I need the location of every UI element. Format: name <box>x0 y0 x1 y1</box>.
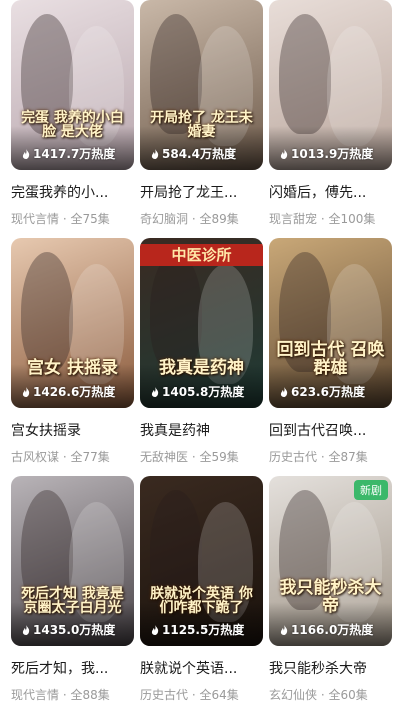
drama-meta: 历史古代 · 全64集 <box>140 688 239 701</box>
heat-count: 623.6万热度 <box>280 383 365 400</box>
heat-value: 1166.0万热度 <box>291 623 374 637</box>
heat-count: 1405.8万热度 <box>151 383 244 400</box>
drama-title[interactable]: 我真是药神 <box>140 420 263 440</box>
poster-header-sign: 中医诊所 <box>140 244 263 266</box>
flame-icon <box>151 386 159 397</box>
flame-icon <box>280 624 288 635</box>
flame-icon <box>280 148 288 159</box>
flame-icon <box>22 386 30 397</box>
poster-title-art: 我只能秒杀大帝 <box>279 578 382 617</box>
drama-card[interactable]: 完蛋 我养的小白脸 是大佬 1417.7万热度完蛋我养的小... 现代言情 · 全7… <box>11 0 134 227</box>
drama-card[interactable]: 中医诊所 我真是药神 1405.8万热度 我真是药神 无敌神医 · 全59集 <box>140 238 263 465</box>
heat-value: 1125.5万热度 <box>162 623 245 637</box>
drama-meta: 历史古代 · 全87集 <box>269 450 368 464</box>
drama-title[interactable]: 回到古代召唤... <box>269 420 392 440</box>
drama-meta: 古风权谋 · 全77集 <box>11 450 110 464</box>
drama-meta: 现代言情 · 全75集 <box>11 212 110 226</box>
heat-value: 1417.7万热度 <box>33 147 116 161</box>
heat-value: 1426.6万热度 <box>33 385 116 399</box>
drama-title[interactable]: 闪婚后，傅先... <box>269 182 392 202</box>
new-badge: 新剧 <box>354 480 388 500</box>
heat-count: 1013.9万热度 <box>280 145 373 162</box>
poster-title-art: 回到古代 召唤群雄 <box>276 340 385 379</box>
heat-count: 1426.6万热度 <box>22 383 115 400</box>
drama-meta: 现言甜宠 · 全100集 <box>269 212 376 226</box>
drama-poster[interactable]: 回到古代 召唤群雄 623.6万热度 <box>269 238 392 408</box>
poster-title-art: 朕就说个英语 你们咋都下跪了 <box>150 585 253 617</box>
poster-title-art: 宫女 扶摇录 <box>27 358 118 379</box>
drama-card[interactable]: 朕就说个英语 你们咋都下跪了 1125.5万热度朕就说个英语... 历史古代 · 全… <box>140 476 263 701</box>
drama-poster[interactable]: 中医诊所我真是药神 1405.8万热度 <box>140 238 263 408</box>
flame-icon <box>151 624 159 635</box>
drama-title[interactable]: 完蛋我养的小... <box>11 182 134 202</box>
drama-title[interactable]: 朕就说个英语... <box>140 658 263 678</box>
drama-poster[interactable]: 死后才知 我竟是京圈太子白月光 1435.0万热度 <box>11 476 134 646</box>
drama-poster[interactable]: 完蛋 我养的小白脸 是大佬 1417.7万热度 <box>11 0 134 170</box>
poster-title-art: 我真是药神 <box>159 358 244 379</box>
drama-card[interactable]: 回到古代 召唤群雄 623.6万热度回到古代召唤... 历史古代 · 全87集 <box>269 238 392 465</box>
drama-card[interactable]: 我只能秒杀大帝 1166.0万热度 新剧我只能秒杀大帝玄幻仙侠 · 全60集 <box>269 476 392 701</box>
drama-poster[interactable]: 宫女 扶摇录 1426.6万热度 <box>11 238 134 408</box>
poster-figure <box>21 252 73 372</box>
heat-count: 1166.0万热度 <box>280 621 373 638</box>
poster-title-art: 开局抢了 龙王未婚妻 <box>150 109 253 141</box>
heat-count: 1125.5万热度 <box>151 621 244 638</box>
poster-title-art: 完蛋 我养的小白脸 是大佬 <box>21 109 124 141</box>
drama-meta: 现代言情 · 全88集 <box>11 688 110 701</box>
drama-title[interactable]: 开局抢了龙王... <box>140 182 263 202</box>
heat-value: 1405.8万热度 <box>162 385 245 399</box>
poster-figure <box>150 252 202 372</box>
drama-poster[interactable]: 开局抢了 龙王未婚妻 584.4万热度 <box>140 0 263 170</box>
heat-value: 1435.0万热度 <box>33 623 116 637</box>
drama-card[interactable]: 宫女 扶摇录 1426.6万热度宫女扶摇录古风权谋 · 全77集 <box>11 238 134 465</box>
drama-meta: 无敌神医 · 全59集 <box>140 450 239 464</box>
drama-poster[interactable]: 1013.9万热度 <box>269 0 392 170</box>
drama-poster[interactable]: 朕就说个英语 你们咋都下跪了 1125.5万热度 <box>140 476 263 646</box>
heat-value: 1013.9万热度 <box>291 147 374 161</box>
drama-card[interactable]: 1013.9万热度闪婚后，傅先... 现言甜宠 · 全100集 <box>269 0 392 227</box>
drama-title[interactable]: 宫女扶摇录 <box>11 420 134 440</box>
drama-grid: 完蛋 我养的小白脸 是大佬 1417.7万热度完蛋我养的小... 现代言情 · 全7… <box>0 0 401 701</box>
drama-meta: 奇幻脑洞 · 全89集 <box>140 212 239 226</box>
drama-card[interactable]: 死后才知 我竟是京圈太子白月光 1435.0万热度死后才知，我... 现代言情 · … <box>11 476 134 701</box>
heat-value: 623.6万热度 <box>291 385 365 399</box>
poster-title-art: 死后才知 我竟是京圈太子白月光 <box>21 585 124 617</box>
drama-poster[interactable]: 我只能秒杀大帝 1166.0万热度 新剧 <box>269 476 392 646</box>
heat-count: 1435.0万热度 <box>22 621 115 638</box>
drama-title[interactable]: 死后才知，我... <box>11 658 134 678</box>
drama-title[interactable]: 我只能秒杀大帝 <box>269 658 392 678</box>
poster-figure <box>279 14 331 134</box>
flame-icon <box>22 148 30 159</box>
flame-icon <box>22 624 30 635</box>
heat-count: 1417.7万热度 <box>22 145 115 162</box>
drama-meta: 玄幻仙侠 · 全60集 <box>269 688 368 701</box>
heat-count: 584.4万热度 <box>151 145 236 162</box>
flame-icon <box>151 148 159 159</box>
drama-card[interactable]: 开局抢了 龙王未婚妻 584.4万热度开局抢了龙王... 奇幻脑洞 · 全89集 <box>140 0 263 227</box>
heat-value: 584.4万热度 <box>162 147 236 161</box>
flame-icon <box>280 386 288 397</box>
